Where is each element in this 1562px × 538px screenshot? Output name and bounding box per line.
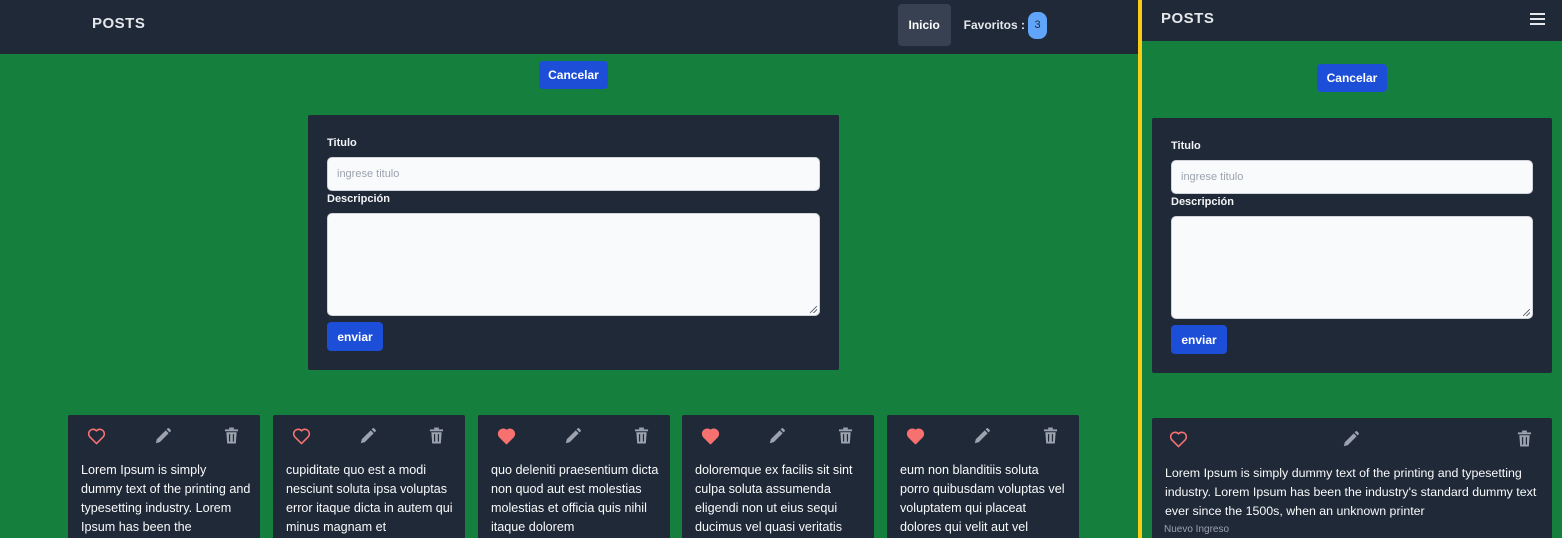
post-card: cupiditate quo est a modi nesciunt solut… [273,415,465,538]
pencil-icon[interactable] [768,427,786,445]
mobile-title-placeholder: ingrese titulo [1181,171,1244,183]
heart-icon[interactable] [87,427,106,445]
navbar: POSTS Inicio Favoritos : 3 [0,0,1138,54]
trash-icon[interactable] [634,427,649,444]
post-text: eum non blanditiis soluta porro quibusda… [900,463,1065,534]
nav-links: Inicio Favoritos : 3 [897,4,1047,46]
heart-icon[interactable] [1169,430,1188,448]
post-status: Nuevo Ingreso [1164,524,1230,535]
mobile-title-input[interactable]: ingrese titulo [1171,160,1533,194]
mobile-navbar: POSTS [1142,0,1562,41]
submit-button[interactable]: enviar [327,322,383,351]
trash-icon[interactable] [1517,430,1532,447]
title-label: Titulo [327,137,357,149]
pencil-icon[interactable] [973,427,991,445]
pencil-icon[interactable] [359,427,377,445]
hamburger-menu-icon[interactable] [1530,13,1545,25]
trash-icon[interactable] [224,427,239,444]
post-actions [273,427,465,445]
cancel-button[interactable]: Cancelar [539,61,608,89]
mobile-submit-button[interactable]: enviar [1171,325,1227,354]
post-actions [68,427,260,445]
heart-icon[interactable] [906,427,925,445]
post-text: quo deleniti praesentium dicta non quod … [491,463,659,534]
mobile-title-label: Titulo [1171,140,1201,152]
mobile-view: POSTS Cancelar Titulo ingrese titulo Des… [1142,0,1562,538]
post-text: cupiditate quo est a modi nesciunt solut… [286,463,453,534]
mobile-post-card: Lorem Ipsum is simply dummy text of the … [1152,418,1552,538]
post-actions [1152,430,1552,448]
resize-handle-icon[interactable] [1523,309,1530,316]
pencil-icon[interactable] [154,427,172,445]
description-label: Descripción [327,193,390,205]
post-text: Lorem Ipsum is simply dummy text of the … [81,463,251,534]
post-text: Lorem Ipsum is simply dummy text of the … [1165,466,1537,518]
trash-icon[interactable] [1043,427,1058,444]
trash-icon[interactable] [838,427,853,444]
post-card: eum non blanditiis soluta porro quibusda… [887,415,1079,538]
post-form: Titulo ingrese titulo Descripción enviar [308,115,839,370]
post-text: doloremque ex facilis sit sint culpa sol… [695,463,853,534]
mobile-description-textarea[interactable] [1171,216,1533,319]
heart-icon[interactable] [497,427,516,445]
pencil-icon[interactable] [564,427,582,445]
trash-icon[interactable] [429,427,444,444]
nav-favorites-label: Favoritos : [963,18,1025,32]
title-placeholder: ingrese titulo [337,168,400,180]
post-actions [887,427,1079,445]
logo[interactable]: POSTS [92,15,145,32]
favorites-count-badge: 3 [1028,11,1047,39]
nav-favorites-link[interactable]: Favoritos : 3 [963,11,1047,39]
desktop-view: POSTS Inicio Favoritos : 3 Cancelar Titu… [0,0,1138,538]
post-actions [478,427,670,445]
nav-home-link[interactable]: Inicio [897,4,951,46]
title-input[interactable]: ingrese titulo [327,157,820,191]
heart-icon[interactable] [292,427,311,445]
heart-icon[interactable] [701,427,720,445]
pencil-icon[interactable] [1342,430,1360,448]
mobile-logo[interactable]: POSTS [1161,10,1214,27]
mobile-post-form: Titulo ingrese titulo Descripción enviar [1152,118,1552,373]
post-card: quo deleniti praesentium dicta non quod … [478,415,670,538]
post-card: Lorem Ipsum is simply dummy text of the … [68,415,260,538]
post-card: doloremque ex facilis sit sint culpa sol… [682,415,874,538]
resize-handle-icon[interactable] [810,306,817,313]
description-textarea[interactable] [327,213,820,316]
mobile-cancel-button[interactable]: Cancelar [1317,64,1387,92]
mobile-description-label: Descripción [1171,196,1234,208]
post-actions [682,427,874,445]
